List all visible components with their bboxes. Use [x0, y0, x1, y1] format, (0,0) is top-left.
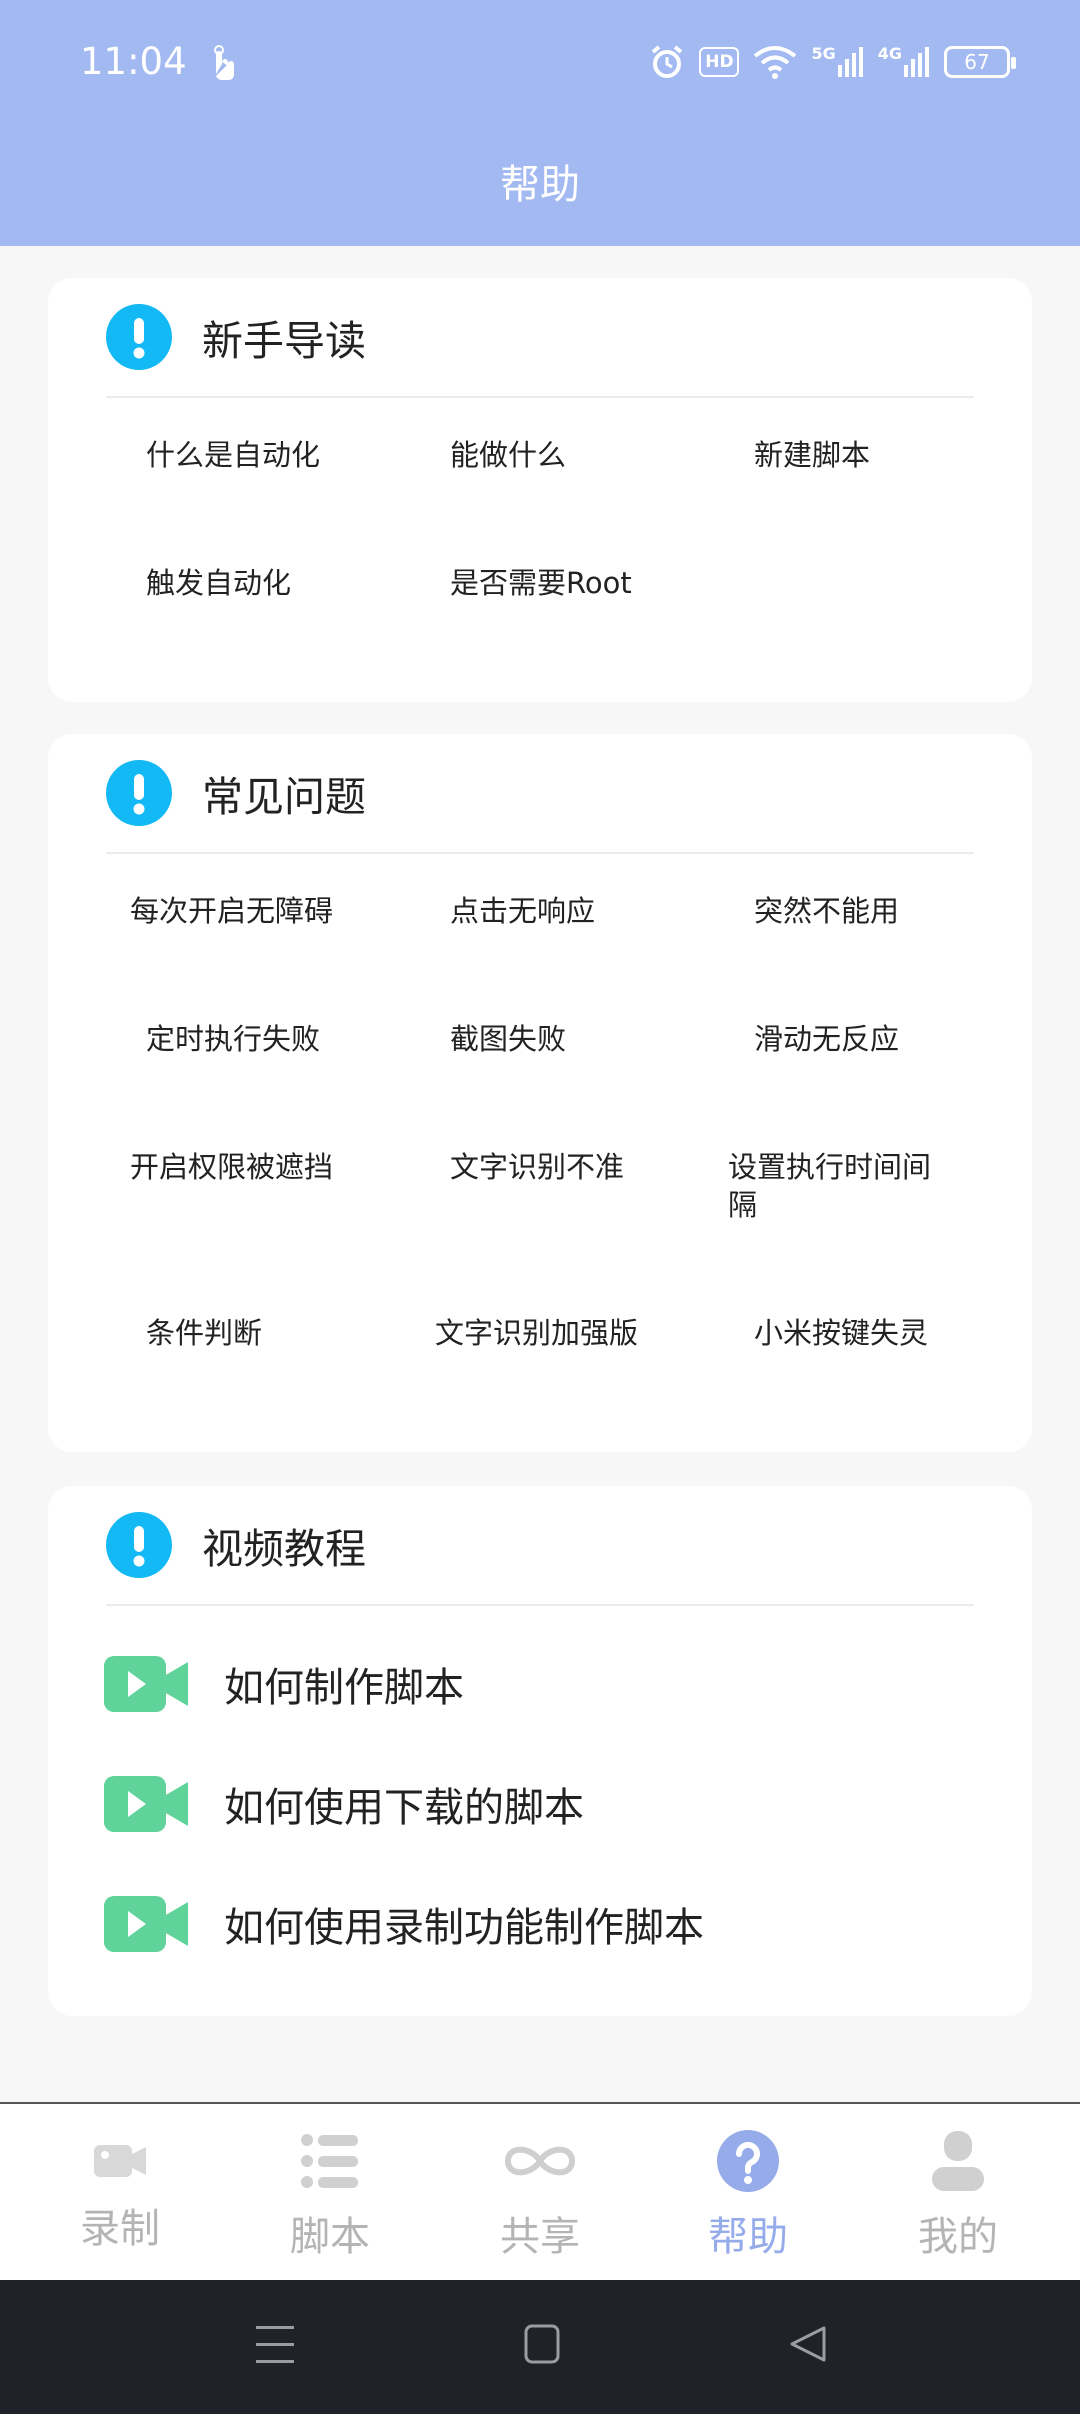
system-navigation-bar: [0, 2280, 1080, 2414]
signal-4g-icon: 4G: [877, 44, 930, 77]
faq-card: 常见问题 每次开启无障碍 点击无响应 突然不能用 定时执行失败 截图失败 滑动无…: [48, 734, 1032, 1452]
nav-item-profile[interactable]: 我的: [850, 2104, 1066, 2282]
nav-label: 我的: [918, 2214, 998, 2260]
faq-link[interactable]: 点击无响应: [450, 892, 595, 930]
menu-icon[interactable]: [256, 2324, 294, 2370]
alarm-icon: [649, 44, 685, 80]
section-title: 新手导读: [202, 317, 366, 365]
faq-header: 常见问题: [106, 734, 974, 854]
alert-icon: [106, 1512, 172, 1578]
infinity-icon: [502, 2126, 578, 2196]
video-item[interactable]: 如何制作脚本: [104, 1654, 464, 1714]
status-time: 11:04: [80, 40, 187, 83]
video-item[interactable]: 如何使用录制功能制作脚本: [104, 1894, 704, 1954]
home-icon[interactable]: [524, 2324, 560, 2368]
beginner-guide-header: 新手导读: [106, 278, 974, 398]
alert-icon: [106, 304, 172, 370]
profile-icon: [930, 2126, 986, 2196]
link-what-is-automation[interactable]: 什么是自动化: [146, 436, 320, 474]
bottom-navigation: 录制 脚本 共享 帮助 我的: [0, 2102, 1080, 2280]
faq-link[interactable]: 定时执行失败: [146, 1020, 320, 1058]
video-title: 如何使用下载的脚本: [224, 1785, 584, 1831]
touch-gesture-icon: [208, 44, 238, 86]
video-tutorial-card: 视频教程 如何制作脚本 如何使用下载的脚本 如何使用录制功能制作脚本: [48, 1486, 1032, 2016]
faq-link[interactable]: 文字识别加强版: [435, 1314, 638, 1352]
video-title: 如何使用录制功能制作脚本: [224, 1905, 704, 1951]
camera-icon: [94, 2126, 146, 2196]
signal-5g-icon: 5G: [811, 44, 863, 77]
video-tutorial-header: 视频教程: [106, 1486, 974, 1606]
nav-item-record[interactable]: 录制: [12, 2104, 228, 2282]
beginner-guide-card: 新手导读 什么是自动化 能做什么 新建脚本 触发自动化 是否需要Root: [48, 278, 1032, 702]
signal-4g-label: 4G: [877, 44, 902, 63]
faq-link[interactable]: 开启权限被遮挡: [130, 1148, 333, 1186]
page-title: 帮助: [500, 162, 580, 208]
video-title: 如何制作脚本: [224, 1665, 464, 1711]
signal-5g-label: 5G: [811, 44, 836, 63]
list-icon: [300, 2126, 360, 2196]
faq-link[interactable]: 条件判断: [146, 1314, 262, 1352]
link-trigger-automation[interactable]: 触发自动化: [146, 564, 291, 602]
status-icons: HD 5G 4G 67: [649, 42, 1016, 82]
nav-label: 录制: [80, 2206, 160, 2252]
faq-link[interactable]: 小米按键失灵: [754, 1314, 928, 1352]
status-bar: 11:04 HD 5G 4G 67: [0, 0, 1080, 130]
top-header: 11:04 HD 5G 4G 67 帮助: [0, 0, 1080, 246]
link-need-root[interactable]: 是否需要Root: [450, 564, 632, 602]
faq-link[interactable]: 每次开启无障碍: [130, 892, 333, 930]
question-icon: [717, 2126, 779, 2196]
faq-link[interactable]: 滑动无反应: [754, 1020, 899, 1058]
video-camera-icon: [104, 1656, 188, 1712]
faq-link[interactable]: 截图失败: [450, 1020, 566, 1058]
hd-badge-icon: HD: [699, 47, 740, 77]
nav-label: 共享: [500, 2214, 580, 2260]
link-new-script[interactable]: 新建脚本: [754, 436, 870, 474]
nav-item-scripts[interactable]: 脚本: [222, 2104, 438, 2282]
video-item[interactable]: 如何使用下载的脚本: [104, 1774, 584, 1834]
faq-link[interactable]: 突然不能用: [754, 892, 899, 930]
nav-item-share[interactable]: 共享: [432, 2104, 648, 2282]
alert-icon: [106, 760, 172, 826]
video-camera-icon: [104, 1776, 188, 1832]
back-icon[interactable]: [788, 2324, 828, 2368]
faq-link[interactable]: 设置执行时间间隔: [728, 1148, 958, 1224]
section-title: 视频教程: [202, 1525, 366, 1573]
link-what-can-it-do[interactable]: 能做什么: [450, 436, 566, 474]
nav-label: 帮助: [708, 2214, 788, 2260]
nav-item-help[interactable]: 帮助: [640, 2104, 856, 2282]
wifi-icon: [753, 45, 797, 79]
nav-label: 脚本: [290, 2214, 370, 2260]
battery-level: 67: [964, 50, 990, 74]
faq-link[interactable]: 文字识别不准: [450, 1148, 624, 1186]
battery-icon: 67: [944, 46, 1016, 78]
video-camera-icon: [104, 1896, 188, 1952]
section-title: 常见问题: [202, 773, 366, 821]
